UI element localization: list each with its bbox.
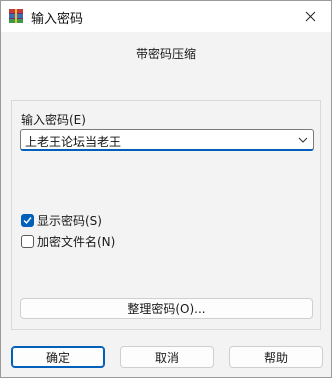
encrypt-filenames-option[interactable]: 加密文件名(N) xyxy=(21,233,115,249)
close-button[interactable] xyxy=(289,1,331,32)
close-icon xyxy=(305,11,315,22)
password-combo[interactable]: 上老王论坛当老王 xyxy=(20,129,314,151)
winrar-app-icon xyxy=(9,9,23,23)
chevron-down-icon[interactable] xyxy=(297,134,309,146)
cancel-button[interactable]: 取消 xyxy=(120,346,214,368)
title-bar: 输入密码 xyxy=(1,1,331,32)
organize-passwords-button[interactable]: 整理密码(O)... xyxy=(20,298,313,319)
password-dialog: 输入密码 带密码压缩 输入密码(E) 上老王论坛当老王 显示密码(S) 加密文件… xyxy=(0,0,332,378)
encrypt-filenames-checkbox[interactable] xyxy=(21,234,34,248)
password-value: 上老王论坛当老王 xyxy=(25,135,122,149)
show-password-checkbox[interactable] xyxy=(21,213,34,227)
ok-button[interactable]: 确定 xyxy=(11,346,105,368)
encrypt-filenames-label: 加密文件名(N) xyxy=(37,234,116,249)
window-title: 输入密码 xyxy=(31,12,84,27)
show-password-option[interactable]: 显示密码(S) xyxy=(21,212,102,228)
show-password-label: 显示密码(S) xyxy=(37,213,102,228)
dialog-subtitle: 带密码压缩 xyxy=(135,47,196,61)
checkmark-icon xyxy=(23,216,32,224)
password-label: 输入密码(E) xyxy=(21,113,86,127)
help-button[interactable]: 帮助 xyxy=(229,346,323,368)
